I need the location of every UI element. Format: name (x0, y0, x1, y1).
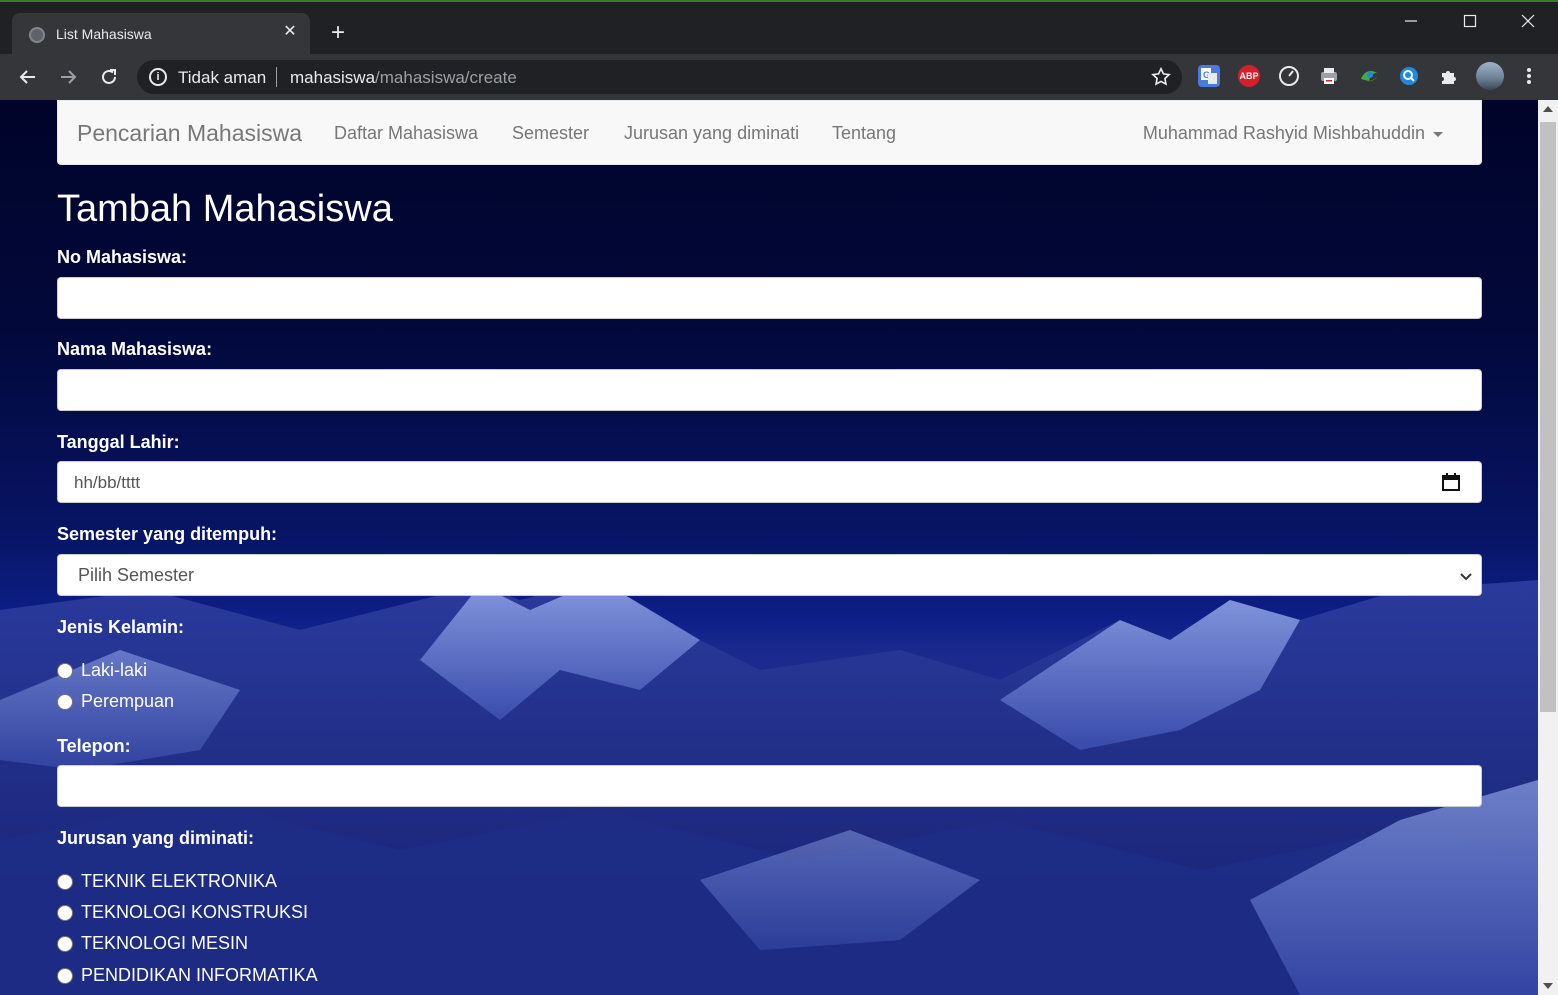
color-wheel-icon[interactable] (1358, 65, 1380, 87)
reload-icon[interactable] (95, 63, 123, 91)
tanggal-lahir-input[interactable]: hh/bb/tttt (57, 461, 1482, 503)
security-label: Tidak aman (178, 68, 267, 87)
radio-label: TEKNOLOGI KONSTRUKSI (81, 902, 309, 922)
chevron-down-icon (1459, 567, 1473, 588)
radio-button[interactable] (57, 905, 73, 921)
telepon-label: Telepon: (57, 736, 131, 756)
radio-button[interactable] (57, 936, 73, 952)
tab-title: List Mahasiswa (56, 26, 152, 42)
close-window-icon[interactable] (1505, 8, 1551, 36)
radio-label: TEKNIK ELEKTRONIKA (81, 871, 278, 891)
address-separator (276, 67, 277, 87)
caret-down-icon (1433, 131, 1443, 137)
navbar-brand[interactable]: Pencarian Mahasiswa (77, 120, 302, 147)
vertical-scrollbar[interactable] (1538, 100, 1558, 995)
semester-label: Semester yang ditempuh: (57, 524, 278, 544)
radio-button[interactable] (57, 874, 73, 890)
nav-link-tentang[interactable]: Tentang (832, 123, 896, 144)
radio-label: Perempuan (81, 691, 175, 711)
info-icon[interactable]: i (149, 68, 167, 86)
profile-avatar[interactable] (1476, 62, 1504, 90)
page-title: Tambah Mahasiswa (57, 188, 393, 230)
radio-label: PENDIDIKAN INFORMATIKA (81, 965, 318, 985)
speedometer-icon[interactable] (1278, 65, 1300, 87)
globe-icon (29, 27, 45, 43)
no-mahasiswa-label: No Mahasiswa: (57, 247, 188, 267)
maximize-icon[interactable] (1447, 8, 1493, 36)
nama-mahasiswa-input[interactable] (57, 369, 1482, 411)
url-host: mahasiswa (290, 68, 376, 87)
address-bar[interactable]: i Tidak aman mahasiswa/mahasiswa/create (137, 60, 1182, 94)
scrollbar-thumb[interactable] (1540, 122, 1556, 712)
top-navbar: Pencarian Mahasiswa Daftar Mahasiswa Sem… (57, 100, 1482, 165)
radio-label: TEKNOLOGI MESIN (81, 933, 249, 953)
scroll-down-icon[interactable] (1543, 983, 1553, 989)
tanggal-lahir-label: Tanggal Lahir: (57, 432, 180, 452)
jenis-kelamin-label: Jenis Kelamin: (57, 617, 185, 637)
adblock-plus-icon[interactable]: ABP (1238, 65, 1260, 87)
jurusan-label: Jurusan yang diminati: (57, 828, 255, 848)
url-path: /mahasiswa/create (375, 68, 517, 87)
browser-toolbar: i Tidak aman mahasiswa/mahasiswa/create … (0, 54, 1558, 100)
tab-close-icon[interactable]: ✕ (280, 22, 300, 42)
google-translate-icon[interactable]: G (1198, 65, 1220, 87)
forward-arrow-icon[interactable] (54, 63, 82, 91)
kebab-menu-icon[interactable] (1524, 65, 1534, 87)
radio-button[interactable] (57, 694, 73, 710)
user-dropdown[interactable]: Muhammad Rashyid Mishbahuddin (1143, 123, 1443, 144)
bookmark-star-icon[interactable] (1150, 66, 1172, 88)
telepon-input[interactable] (57, 765, 1482, 807)
calendar-icon[interactable] (1441, 472, 1461, 497)
scroll-up-icon[interactable] (1543, 106, 1553, 112)
date-placeholder: hh/bb/tttt (74, 473, 141, 492)
browser-tab[interactable]: List Mahasiswa ✕ (12, 13, 310, 56)
radio-button[interactable] (57, 663, 73, 679)
browser-titlebar: List Mahasiswa ✕ + (0, 0, 1558, 56)
semester-selected-value: Pilih Semester (78, 565, 195, 585)
nav-link-jurusan[interactable]: Jurusan yang diminati (624, 123, 799, 144)
new-tab-button[interactable]: + (326, 21, 350, 45)
nav-link-daftar-mahasiswa[interactable]: Daftar Mahasiswa (334, 123, 478, 144)
no-mahasiswa-input[interactable] (57, 277, 1482, 319)
back-arrow-icon[interactable] (14, 63, 42, 91)
puzzle-icon[interactable] (1438, 65, 1460, 87)
url-text: mahasiswa/mahasiswa/create (290, 68, 517, 88)
radio-label: Laki-laki (81, 660, 148, 680)
user-name: Muhammad Rashyid Mishbahuddin (1142, 123, 1425, 143)
printer-icon[interactable] (1318, 65, 1340, 87)
nav-link-semester[interactable]: Semester (512, 123, 589, 144)
minimize-icon[interactable] (1388, 8, 1434, 36)
semester-select[interactable]: Pilih Semester (57, 554, 1482, 596)
nama-mahasiswa-label: Nama Mahasiswa: (57, 339, 213, 359)
search-lens-icon[interactable] (1398, 65, 1420, 87)
page-viewport: Pencarian Mahasiswa Daftar Mahasiswa Sem… (0, 100, 1538, 995)
radio-button[interactable] (57, 968, 73, 984)
